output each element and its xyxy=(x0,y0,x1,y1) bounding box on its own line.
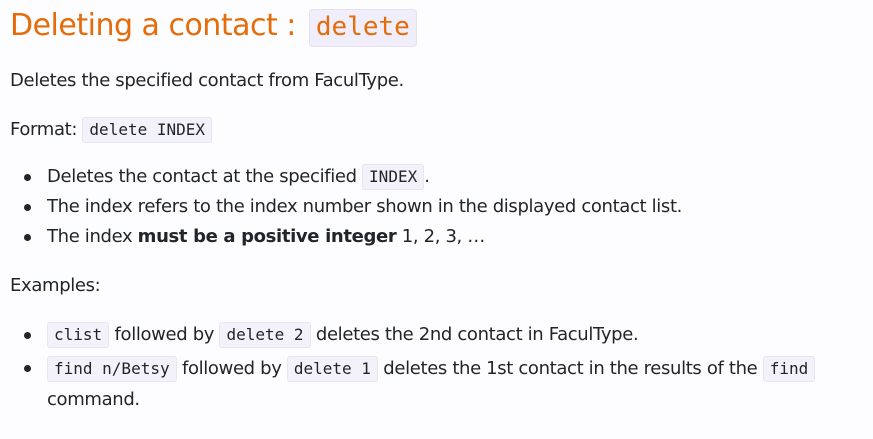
example-text: followed by xyxy=(176,358,287,379)
example-text: deletes the 1st contact in the results o… xyxy=(377,358,763,379)
note-text: 1, 2, 3, … xyxy=(396,226,486,247)
example-code: find xyxy=(762,356,816,382)
note-text: Deletes the contact at the specified xyxy=(47,166,363,187)
section-heading: Deleting a contact : delete xyxy=(10,4,870,49)
example-code: delete 1 xyxy=(286,356,378,382)
format-label: Format: xyxy=(10,119,83,140)
notes-list: Deletes the contact at the specified IND… xyxy=(10,164,870,250)
note-code: INDEX xyxy=(362,164,425,190)
format-code: delete INDEX xyxy=(82,117,213,143)
page-content: Deleting a contact : delete Deletes the … xyxy=(10,0,870,420)
note-text: The index xyxy=(47,226,138,247)
note-item: Deletes the contact at the specified IND… xyxy=(24,164,870,190)
example-code: delete 2 xyxy=(219,322,311,348)
heading-command-code: delete xyxy=(308,9,417,47)
note-bold-text: must be a positive integer xyxy=(137,226,397,247)
note-item: The index refers to the index number sho… xyxy=(24,194,870,220)
example-text: command. xyxy=(47,389,140,410)
note-item: The index must be a positive integer 1, … xyxy=(24,224,870,250)
heading-text: Deleting a contact : xyxy=(10,8,305,43)
example-item: find n/Betsy followed by delete 1 delete… xyxy=(24,353,847,415)
example-code: clist xyxy=(47,322,110,348)
command-description: Deletes the specified contact from Facul… xyxy=(10,70,404,91)
examples-label: Examples: xyxy=(10,275,101,296)
command-format: Format: delete INDEX xyxy=(10,117,870,143)
note-text: . xyxy=(424,166,430,187)
example-code: find n/Betsy xyxy=(47,356,177,382)
example-text: followed by xyxy=(109,324,220,345)
example-item: clist followed by delete 2 deletes the 2… xyxy=(24,322,870,348)
note-text: The index refers to the index number sho… xyxy=(47,196,683,217)
example-text: deletes the 2nd contact in FaculType. xyxy=(310,324,639,345)
examples-list: clist followed by delete 2 deletes the 2… xyxy=(10,322,870,415)
